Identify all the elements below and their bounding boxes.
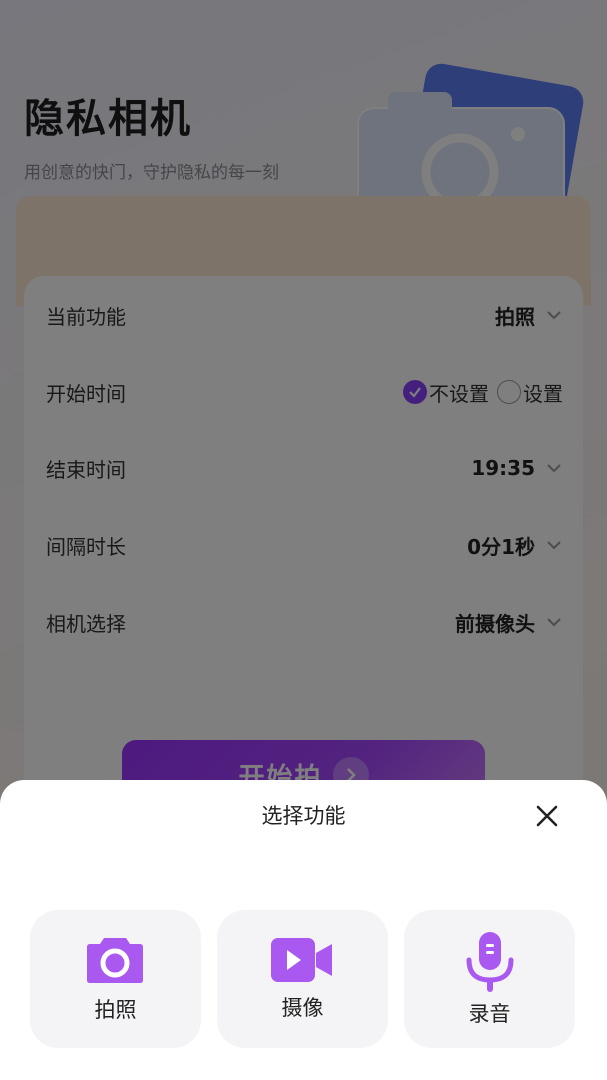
- microphone-icon: [466, 932, 514, 992]
- select-function-sheet: 选择功能 拍照 摄像 录音: [0, 780, 607, 1080]
- option-audio[interactable]: 录音: [404, 910, 575, 1048]
- camera-icon: [87, 938, 143, 983]
- video-camera-icon: [271, 938, 332, 982]
- sheet-title: 选择功能: [261, 804, 346, 828]
- option-photo[interactable]: 拍照: [30, 910, 201, 1048]
- option-label: 拍照: [94, 998, 137, 1022]
- option-label: 摄像: [281, 996, 324, 1020]
- close-icon[interactable]: [532, 801, 562, 831]
- option-video[interactable]: 摄像: [217, 910, 388, 1048]
- option-label: 录音: [468, 1002, 511, 1026]
